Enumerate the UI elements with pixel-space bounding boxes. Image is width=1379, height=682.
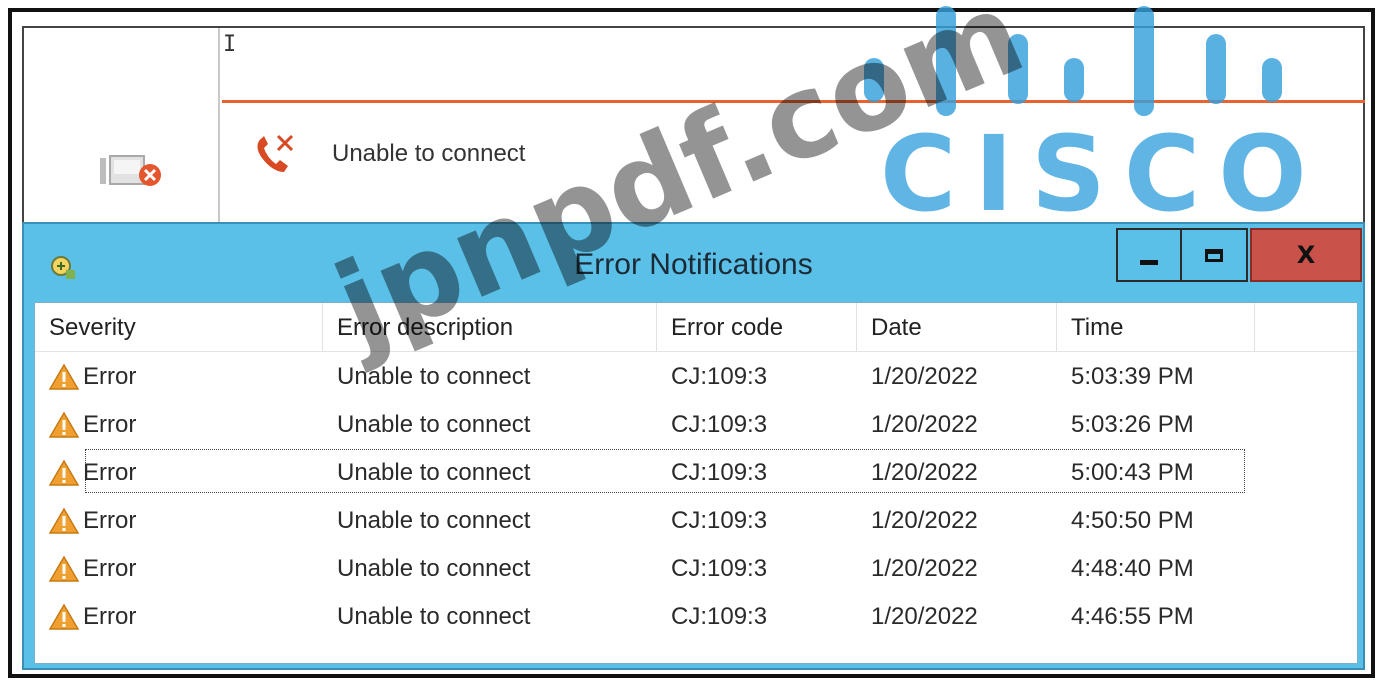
- error-code: CJ:109:3: [671, 459, 768, 486]
- error-date: 1/20/2022: [871, 507, 978, 534]
- warning-icon: [49, 363, 79, 390]
- severity-text: Error: [83, 555, 137, 582]
- error-description: Unable to connect: [337, 507, 531, 534]
- table-row[interactable]: Error Unable to connect CJ:109:3 1/20/20…: [35, 401, 1357, 449]
- error-code: CJ:109:3: [671, 603, 768, 630]
- error-date: 1/20/2022: [871, 603, 978, 630]
- error-list[interactable]: Severity Error description Error code Da…: [34, 302, 1358, 664]
- table-row-selected[interactable]: Error Unable to connect CJ:109:3 1/20/20…: [35, 449, 1357, 497]
- error-description: Unable to connect: [337, 555, 531, 582]
- warning-icon: [49, 411, 79, 438]
- error-code: CJ:109:3: [671, 555, 768, 582]
- close-icon: X: [1296, 241, 1316, 269]
- column-header-date[interactable]: Date: [857, 303, 1057, 351]
- error-date: 1/20/2022: [871, 555, 978, 582]
- error-time: 5:00:43 PM: [1071, 459, 1194, 486]
- maximize-icon: [1205, 248, 1223, 262]
- error-code: CJ:109:3: [671, 411, 768, 438]
- warning-icon: [49, 459, 79, 486]
- device-panel: [24, 28, 220, 222]
- error-date: 1/20/2022: [871, 363, 978, 390]
- error-code: CJ:109:3: [671, 363, 768, 390]
- list-header: Severity Error description Error code Da…: [35, 303, 1357, 352]
- error-time: 4:50:50 PM: [1071, 507, 1194, 534]
- table-row[interactable]: Error Unable to connect CJ:109:3 1/20/20…: [35, 353, 1357, 401]
- table-row[interactable]: Error Unable to connect CJ:109:3 1/20/20…: [35, 545, 1357, 593]
- error-time: 5:03:39 PM: [1071, 363, 1194, 390]
- error-code: CJ:109:3: [671, 507, 768, 534]
- table-row[interactable]: Error Unable to connect CJ:109:3 1/20/20…: [35, 497, 1357, 545]
- severity-text: Error: [83, 459, 137, 486]
- warning-icon: [49, 507, 79, 534]
- column-header-error-code[interactable]: Error code: [657, 303, 857, 351]
- error-time: 4:46:55 PM: [1071, 603, 1194, 630]
- connection-status-pane: I Unable to connect: [22, 26, 1365, 222]
- status-divider: [222, 100, 1365, 103]
- maximize-button[interactable]: [1182, 228, 1248, 282]
- column-header-time[interactable]: Time: [1057, 303, 1255, 351]
- window-titlebar[interactable]: Error Notifications X: [24, 224, 1363, 298]
- error-date: 1/20/2022: [871, 459, 978, 486]
- column-header-description[interactable]: Error description: [323, 303, 657, 351]
- error-description: Unable to connect: [337, 411, 531, 438]
- error-date: 1/20/2022: [871, 411, 978, 438]
- table-row[interactable]: Error Unable to connect CJ:109:3 1/20/20…: [35, 593, 1357, 641]
- error-description: Unable to connect: [337, 603, 531, 630]
- disconnected-phone-icon: [257, 134, 294, 172]
- column-header-severity[interactable]: Severity: [35, 303, 323, 351]
- minimize-icon: [1140, 259, 1158, 265]
- error-notifications-window: Error Notifications X Severity Error des…: [22, 222, 1365, 670]
- severity-text: Error: [83, 411, 137, 438]
- warning-icon: [49, 603, 79, 630]
- error-time: 4:48:40 PM: [1071, 555, 1194, 582]
- error-description: Unable to connect: [337, 363, 531, 390]
- severity-text: Error: [83, 603, 137, 630]
- connection-status-text: Unable to connect: [332, 140, 526, 167]
- text-cursor: I: [223, 32, 237, 57]
- error-description: Unable to connect: [337, 459, 531, 486]
- error-time: 5:03:26 PM: [1071, 411, 1194, 438]
- severity-text: Error: [83, 507, 137, 534]
- warning-icon: [49, 555, 79, 582]
- minimize-button[interactable]: [1116, 228, 1182, 282]
- close-button[interactable]: X: [1250, 228, 1362, 282]
- device-offline-icon: [100, 155, 161, 186]
- severity-text: Error: [83, 363, 137, 390]
